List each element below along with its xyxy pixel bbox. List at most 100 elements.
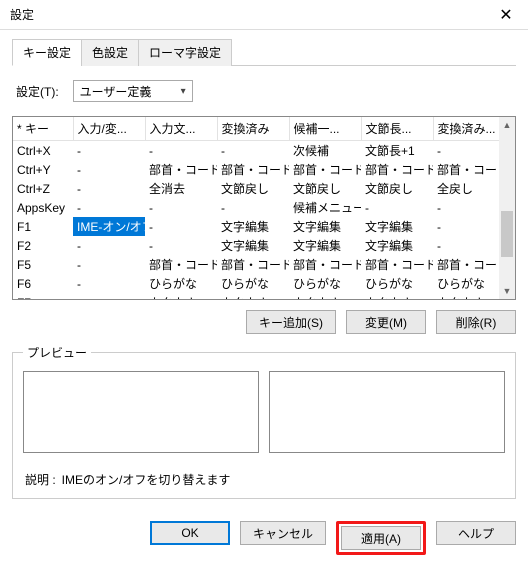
table-cell[interactable]: 部首・コード変 xyxy=(145,255,217,274)
table-cell[interactable]: 部首・コード変 xyxy=(433,255,499,274)
table-cell[interactable]: 部首・コード変 xyxy=(217,160,289,179)
col-segment-len[interactable]: 文節長... xyxy=(361,117,433,141)
table-cell[interactable]: 文字編集 xyxy=(289,236,361,255)
table-cell[interactable]: Ctrl+Y xyxy=(13,160,73,179)
table-cell[interactable]: カタカナ xyxy=(361,293,433,299)
table-row[interactable]: Ctrl+Y-部首・コード変部首・コード変部首・コード変部首・コード変部首・コー… xyxy=(13,160,499,179)
table-cell[interactable]: - xyxy=(217,141,289,161)
table-row[interactable]: F7-カタカナカタカナカタカナカタカナカタカナ xyxy=(13,293,499,299)
table-cell[interactable]: 次候補 xyxy=(289,141,361,161)
table-cell[interactable]: カタカナ xyxy=(433,293,499,299)
table-cell[interactable]: - xyxy=(145,217,217,236)
table-cell[interactable]: 部首・コード変 xyxy=(289,160,361,179)
cancel-button[interactable]: キャンセル xyxy=(240,521,326,545)
table-row[interactable]: Ctrl+X---次候補文節長+1- xyxy=(13,141,499,161)
table-cell[interactable]: - xyxy=(361,198,433,217)
col-converted2[interactable]: 変換済み... xyxy=(433,117,499,141)
table-cell[interactable]: 文字編集 xyxy=(289,217,361,236)
table-cell[interactable]: 文節戻し xyxy=(217,179,289,198)
table-row[interactable]: Ctrl+Z-全消去文節戻し文節戻し文節戻し全戻し xyxy=(13,179,499,198)
table-cell[interactable]: F2 xyxy=(13,236,73,255)
table-cell[interactable]: 文字編集 xyxy=(361,217,433,236)
table-cell[interactable]: 文節長+1 xyxy=(361,141,433,161)
table-row[interactable]: AppsKey---候補メニュー-- xyxy=(13,198,499,217)
table-cell[interactable]: - xyxy=(433,141,499,161)
scroll-up-icon[interactable]: ▲ xyxy=(499,117,515,133)
scroll-track[interactable] xyxy=(499,133,515,283)
table-cell[interactable]: ひらがな xyxy=(217,274,289,293)
table-cell[interactable]: ひらがな xyxy=(433,274,499,293)
table-cell[interactable]: - xyxy=(73,160,145,179)
table-cell[interactable]: - xyxy=(73,198,145,217)
table-cell[interactable]: - xyxy=(145,236,217,255)
vertical-scrollbar[interactable]: ▲ ▼ xyxy=(499,117,515,299)
close-button[interactable]: ✕ xyxy=(484,0,528,30)
table-cell[interactable]: - xyxy=(73,255,145,274)
table-cell[interactable]: 部首・コード変 xyxy=(145,160,217,179)
col-candidates[interactable]: 候補一... xyxy=(289,117,361,141)
table-cell[interactable]: カタカナ xyxy=(217,293,289,299)
table-row[interactable]: F5-部首・コード変部首・コード変部首・コード変部首・コード変部首・コード変 xyxy=(13,255,499,274)
table-cell[interactable]: F6 xyxy=(13,274,73,293)
table-cell[interactable]: - xyxy=(217,198,289,217)
table-cell[interactable]: 部首・コード変 xyxy=(289,255,361,274)
table-cell[interactable]: 文字編集 xyxy=(217,217,289,236)
table-cell[interactable]: IME-オン/オフ xyxy=(73,217,145,236)
scroll-down-icon[interactable]: ▼ xyxy=(499,283,515,299)
table-cell[interactable]: 文節戻し xyxy=(289,179,361,198)
table-cell[interactable]: 文節戻し xyxy=(361,179,433,198)
tab-color-settings[interactable]: 色設定 xyxy=(81,39,139,66)
table-cell[interactable]: ひらがな xyxy=(145,274,217,293)
table-cell[interactable]: - xyxy=(145,198,217,217)
table-row[interactable]: F2--文字編集文字編集文字編集- xyxy=(13,236,499,255)
setting-dropdown[interactable]: ユーザー定義 ▾ xyxy=(73,80,193,102)
table-cell[interactable]: - xyxy=(433,198,499,217)
table-cell[interactable]: ひらがな xyxy=(289,274,361,293)
table-row[interactable]: F6-ひらがなひらがなひらがなひらがなひらがな xyxy=(13,274,499,293)
col-input-char[interactable]: 入力文... xyxy=(145,117,217,141)
button-label: 適用(A) xyxy=(361,530,401,547)
delete-button[interactable]: 削除(R) xyxy=(436,310,516,334)
table-cell[interactable]: 文字編集 xyxy=(217,236,289,255)
table-cell[interactable]: Ctrl+Z xyxy=(13,179,73,198)
table-cell[interactable]: Ctrl+X xyxy=(13,141,73,161)
table-cell[interactable]: - xyxy=(73,236,145,255)
keymap-table: * キー 入力/変... 入力文... 変換済み 候補一... 文節長... 変… xyxy=(13,117,499,299)
table-cell[interactable]: AppsKey xyxy=(13,198,73,217)
table-cell[interactable]: 文字編集 xyxy=(361,236,433,255)
table-cell[interactable]: 全戻し xyxy=(433,179,499,198)
table-cell[interactable]: 候補メニュー xyxy=(289,198,361,217)
table-cell[interactable]: F1 xyxy=(13,217,73,236)
table-cell[interactable]: 全消去 xyxy=(145,179,217,198)
table-cell[interactable]: 部首・コード変 xyxy=(217,255,289,274)
col-converted[interactable]: 変換済み xyxy=(217,117,289,141)
add-key-button[interactable]: キー追加(S) xyxy=(246,310,336,334)
table-cell[interactable]: - xyxy=(73,293,145,299)
table-cell[interactable]: 部首・コード変 xyxy=(361,255,433,274)
table-cell[interactable]: - xyxy=(433,217,499,236)
table-row[interactable]: F1IME-オン/オフ-文字編集文字編集文字編集- xyxy=(13,217,499,236)
table-actions: キー追加(S) 変更(M) 削除(R) xyxy=(12,310,516,334)
tab-romaji-settings[interactable]: ローマ字設定 xyxy=(138,39,232,66)
table-cell[interactable]: F5 xyxy=(13,255,73,274)
col-input-conv[interactable]: 入力/変... xyxy=(73,117,145,141)
scroll-thumb[interactable] xyxy=(501,211,513,257)
ok-button[interactable]: OK xyxy=(150,521,230,545)
table-cell[interactable]: カタカナ xyxy=(289,293,361,299)
table-cell[interactable]: - xyxy=(433,236,499,255)
change-button[interactable]: 変更(M) xyxy=(346,310,426,334)
table-cell[interactable]: - xyxy=(73,141,145,161)
table-cell[interactable]: - xyxy=(73,274,145,293)
table-cell[interactable]: 部首・コード変 xyxy=(433,160,499,179)
table-cell[interactable]: ひらがな xyxy=(361,274,433,293)
table-cell[interactable]: カタカナ xyxy=(145,293,217,299)
help-button[interactable]: ヘルプ xyxy=(436,521,516,545)
table-cell[interactable]: - xyxy=(73,179,145,198)
table-cell[interactable]: F7 xyxy=(13,293,73,299)
tab-key-settings[interactable]: キー設定 xyxy=(12,39,82,66)
description-row: 説明 : IMEのオン/オフを切り替えます xyxy=(25,471,505,488)
table-cell[interactable]: 部首・コード変 xyxy=(361,160,433,179)
table-cell[interactable]: - xyxy=(145,141,217,161)
apply-button[interactable]: 適用(A) xyxy=(341,526,421,550)
col-key[interactable]: * キー xyxy=(13,117,73,141)
